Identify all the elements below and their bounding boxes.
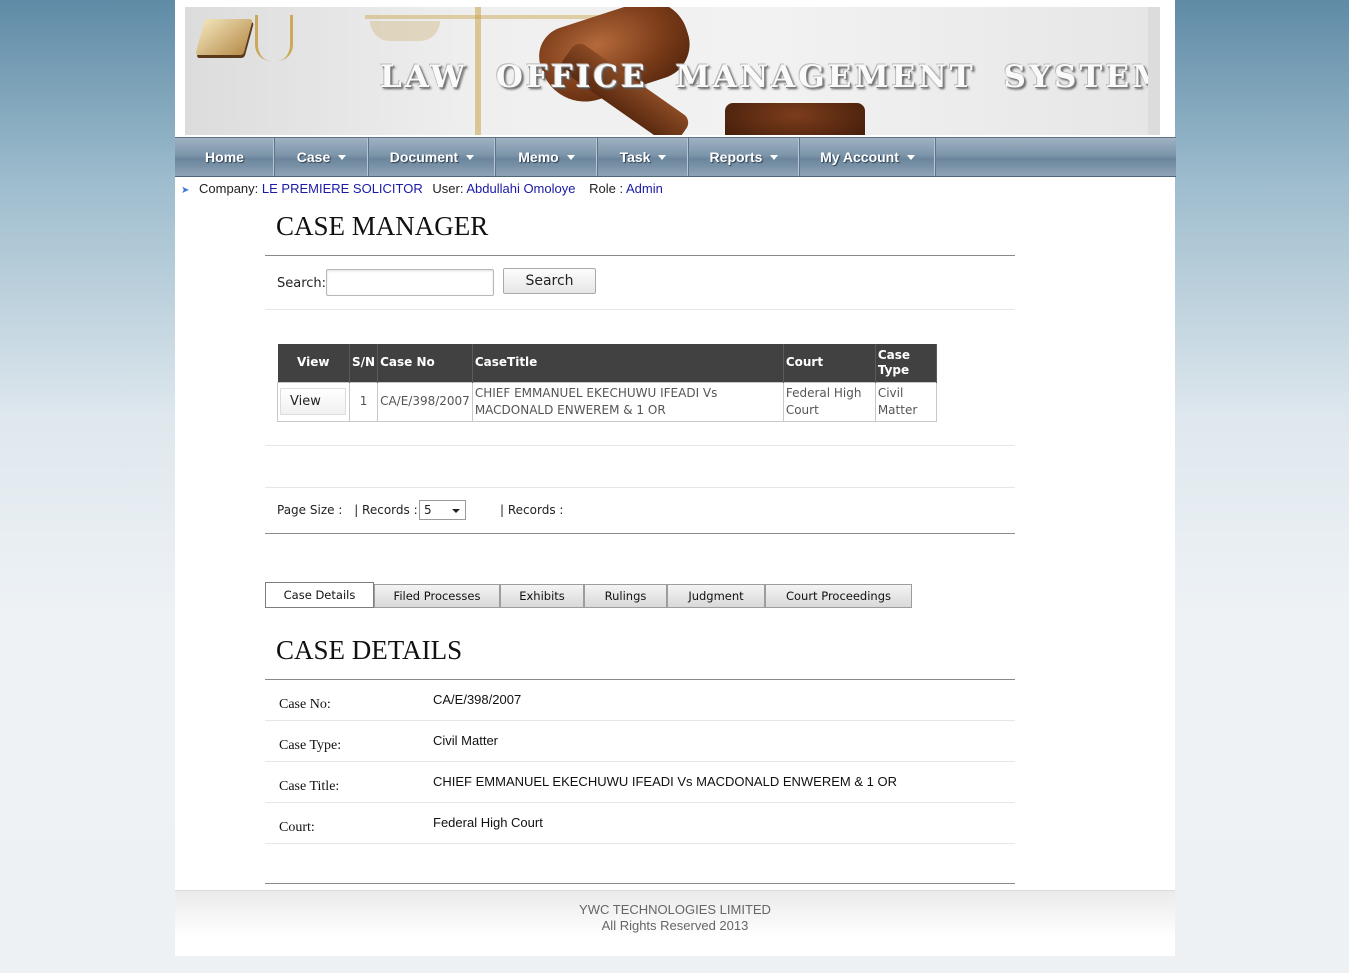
tab-filed-processes[interactable]: Filed Processes <box>374 584 500 608</box>
chevron-down-icon <box>770 154 779 160</box>
pager: Page Size : | Records : <box>277 503 418 517</box>
col-header-sn: S/N <box>349 344 379 382</box>
case-table: View S/N Case No CaseTitle Court Case Ty… <box>277 344 937 422</box>
nav-my-account-label: My Account <box>820 149 899 165</box>
footer-copyright: All Rights Reserved 2013 <box>601 918 749 933</box>
divider <box>265 761 1015 762</box>
view-cell: View <box>277 381 350 422</box>
nav-memo[interactable]: Memo <box>496 138 598 176</box>
logo-scale-icon <box>255 15 293 61</box>
court-value: Federal High Court <box>433 815 543 830</box>
user-label: User: <box>432 181 464 196</box>
col-header-case-type: Case Type <box>875 344 937 382</box>
case-type-label: Case Type: <box>279 738 342 753</box>
chevron-down-icon <box>658 154 667 160</box>
footer: YWC TECHNOLOGIES LIMITED All Rights Rese… <box>175 890 1175 956</box>
chevron-down-icon <box>566 154 575 160</box>
case-manager-title: CASE MANAGER <box>276 211 489 241</box>
table-header-row: View S/N Case No CaseTitle Court Case Ty… <box>277 344 937 382</box>
nav-home[interactable]: Home <box>175 138 275 176</box>
nav-reports[interactable]: Reports <box>689 138 800 176</box>
nav-home-label: Home <box>205 149 244 165</box>
col-header-view: View <box>277 344 350 382</box>
company-name: LE PREMIERE SOLICITOR <box>261 181 423 196</box>
search-input[interactable] <box>326 269 494 296</box>
case-no-cell: CA/E/398/2007 <box>377 381 473 422</box>
nav-document-label: Document <box>389 149 459 165</box>
divider <box>265 533 1015 534</box>
table-row: View 1 CA/E/398/2007 CHIEF EMMANUEL EKEC… <box>277 381 937 422</box>
divider <box>265 679 1015 680</box>
col-header-case-no: Case No <box>377 344 473 382</box>
tab-case-details[interactable]: Case Details <box>265 582 374 608</box>
chevron-down-icon <box>338 154 347 160</box>
nav-case[interactable]: Case <box>275 138 369 176</box>
role-label: Role : <box>589 181 624 196</box>
nav-task-label: Task <box>619 149 651 165</box>
divider <box>265 309 1015 310</box>
nav-memo-label: Memo <box>518 149 559 165</box>
page-size-select[interactable]: 5 <box>419 500 466 520</box>
nav-case-label: Case <box>296 149 331 165</box>
chevron-down-icon <box>452 509 460 513</box>
arrow-right-icon: ➤ <box>181 185 190 196</box>
session-info-bar: ➤ Company: LE PREMIERE SOLICITOR User: A… <box>181 181 663 196</box>
main-nav: Home Case Document Memo Task Reports My … <box>175 137 1176 177</box>
sn-cell: 1 <box>348 381 379 422</box>
case-type-value: Civil Matter <box>433 733 499 748</box>
page-container: LAW OFFICE MANAGEMENT SYSTEM Home Case D… <box>175 0 1176 956</box>
page-size-label: Page Size : <box>277 503 343 517</box>
footer-company: YWC TECHNOLOGIES LIMITED <box>579 902 771 917</box>
case-title-value: CHIEF EMMANUEL EKECHUWU IFEADI Vs MACDON… <box>433 774 897 789</box>
gavel-block-image <box>725 103 865 135</box>
logo-book-icon <box>195 19 253 55</box>
divider <box>265 255 1015 256</box>
case-no-label: Case No: <box>279 697 331 712</box>
company-label: Company: <box>199 181 259 196</box>
tab-court-proceedings[interactable]: Court Proceedings <box>765 584 912 608</box>
nav-reports-label: Reports <box>709 149 763 165</box>
user-name: Abdullahi Omoloye <box>466 181 576 196</box>
col-header-court: Court <box>783 344 876 382</box>
view-button[interactable]: View <box>280 388 346 415</box>
tab-rulings[interactable]: Rulings <box>584 584 667 608</box>
case-type-cell: Civil Matter <box>874 381 937 422</box>
banner-title: LAW OFFICE MANAGEMENT SYSTEM <box>380 59 1160 95</box>
header-banner: LAW OFFICE MANAGEMENT SYSTEM <box>185 7 1160 135</box>
nav-document[interactable]: Document <box>369 138 496 176</box>
nav-my-account[interactable]: My Account <box>800 138 936 176</box>
banner-edge <box>1148 7 1160 135</box>
tab-exhibits[interactable]: Exhibits <box>500 584 584 608</box>
page-size-value: 5 <box>424 503 432 517</box>
chevron-down-icon <box>906 154 915 160</box>
divider <box>265 445 1015 446</box>
divider <box>265 802 1015 803</box>
court-cell: Federal High Court <box>782 381 876 422</box>
court-label: Court: <box>279 820 315 835</box>
case-no-value: CA/E/398/2007 <box>433 692 522 707</box>
divider <box>265 487 1015 488</box>
nav-task[interactable]: Task <box>598 138 689 176</box>
banner-scale-beam <box>365 15 605 19</box>
col-header-case-title: CaseTitle <box>472 344 784 382</box>
case-details-title: CASE DETAILS <box>276 635 463 665</box>
divider <box>265 843 1015 844</box>
role-value: Admin <box>625 181 663 196</box>
divider <box>265 720 1015 721</box>
search-label: Search: <box>277 276 327 291</box>
divider <box>265 883 1015 884</box>
tab-judgment[interactable]: Judgment <box>667 584 765 608</box>
search-button[interactable]: Search <box>503 268 596 294</box>
case-title-label: Case Title: <box>279 779 340 794</box>
records-count-label: | Records : <box>500 503 564 517</box>
chevron-down-icon <box>466 154 475 160</box>
banner-scale-pan <box>370 21 440 41</box>
records-label: | Records : <box>354 503 418 517</box>
case-title-cell: CHIEF EMMANUEL EKECHUWU IFEADI Vs MACDON… <box>471 381 784 422</box>
